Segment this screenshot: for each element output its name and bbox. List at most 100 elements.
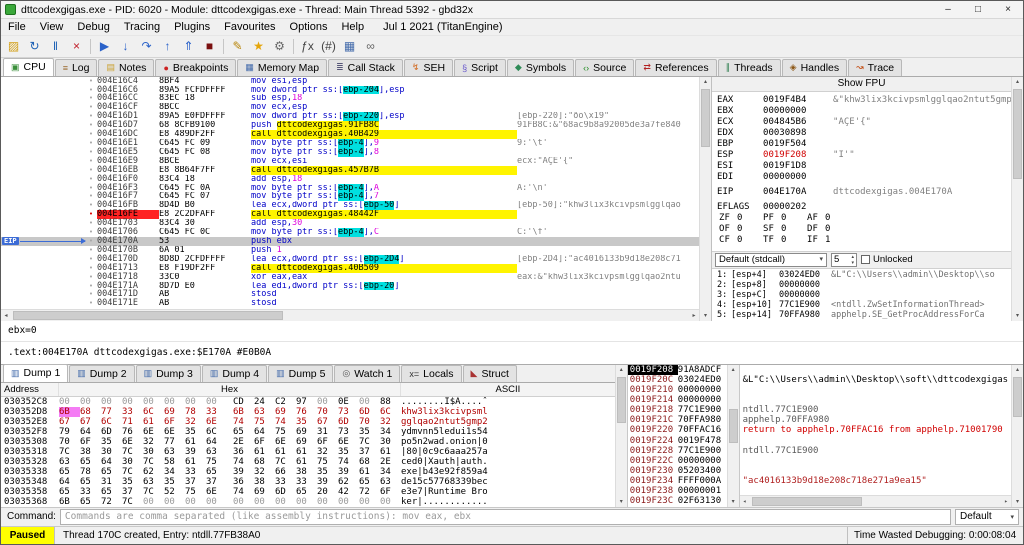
byte-cell[interactable]: 6B [233, 407, 254, 417]
byte-cell[interactable]: 00 [143, 497, 164, 507]
byte-cell[interactable]: 6F [317, 437, 338, 447]
byte-cell[interactable]: 30 [122, 457, 143, 467]
byte-cell[interactable]: 00 [122, 397, 143, 407]
byte-cell[interactable]: 65 [101, 487, 122, 497]
byte-cell[interactable]: 64 [80, 427, 101, 437]
byte-cell[interactable]: 64 [59, 477, 80, 487]
byte-cell[interactable]: 64 [254, 427, 275, 437]
byte-cell[interactable]: 30 [101, 447, 122, 457]
byte-cell[interactable]: 31 [101, 477, 122, 487]
stack-row[interactable]: 0019F21877C1E900 [628, 405, 727, 415]
byte-cell[interactable]: 6E [206, 487, 227, 497]
byte-cell[interactable]: 39 [185, 447, 206, 457]
menu-item-file[interactable]: File [1, 20, 33, 34]
scroll-track[interactable] [700, 87, 711, 311]
byte-cell[interactable]: 58 [164, 457, 185, 467]
tab-memory-map[interactable]: ▦Memory Map [237, 59, 327, 76]
breakpoint-dot[interactable]: • [85, 139, 97, 148]
byte-cell[interactable]: 6E [206, 417, 227, 427]
breakpoint-dot[interactable]: • [85, 246, 97, 255]
menu-item-options[interactable]: Options [283, 20, 335, 34]
byte-cell[interactable]: 65 [80, 457, 101, 467]
byte-cell[interactable]: 32 [317, 447, 338, 457]
byte-cell[interactable]: 61 [359, 467, 380, 477]
breakpoint-dot[interactable]: • [85, 192, 97, 201]
argument-row[interactable]: 4:[esp+10]77C1E900<ntdll.ZwSetInformatio… [717, 300, 1011, 310]
scroll-thumb[interactable] [13, 311, 283, 320]
disassembly-panel[interactable]: •004E16C48BF4mov esi,esp•004E16C689A5 FC… [1, 77, 699, 321]
breakpoint-dot[interactable]: • [85, 112, 97, 121]
byte-cell[interactable]: 68 [254, 457, 275, 467]
scroll-down-icon[interactable]: ▾ [1016, 497, 1019, 507]
byte-cell[interactable]: 73 [338, 407, 359, 417]
breakpoint-dot[interactable]: • [85, 184, 97, 193]
spinner-arrows-icon[interactable]: ▴▾ [852, 254, 855, 266]
byte-cell[interactable]: 63 [164, 447, 185, 457]
dump-row[interactable]: 03035308706F356E327761642E6F6E696F6E7C30… [1, 437, 615, 447]
byte-cell[interactable]: 33 [296, 477, 317, 487]
stack-row[interactable]: 0019F23C02F63130 [628, 496, 727, 506]
byte-cell[interactable]: 37 [206, 477, 227, 487]
byte-cell[interactable]: 6F [80, 437, 101, 447]
byte-cell[interactable]: 70 [317, 407, 338, 417]
tab-notes[interactable]: ▤Notes [98, 59, 154, 76]
byte-cell[interactable]: 34 [164, 467, 185, 477]
byte-cell[interactable]: 64 [206, 437, 227, 447]
step-out-icon[interactable]: ↑ [157, 37, 178, 56]
byte-cell[interactable]: 6E [143, 427, 164, 437]
stack-row[interactable]: 0019F22070FFAC16 [628, 425, 727, 435]
byte-cell[interactable]: 37 [359, 447, 380, 457]
byte-cell[interactable]: 6F [254, 437, 275, 447]
stack-row[interactable]: 0019F22C00000000 [628, 456, 727, 466]
byte-cell[interactable]: 62 [143, 467, 164, 477]
argument-row[interactable]: 3:[esp+C]00000000 [717, 290, 1011, 300]
calculator-icon[interactable]: ƒx [297, 37, 318, 56]
byte-cell[interactable]: 63 [254, 407, 275, 417]
byte-cell[interactable]: 7C [359, 437, 380, 447]
byte-cell[interactable]: 6D [359, 407, 380, 417]
open-file-icon[interactable]: ▨ [3, 37, 24, 56]
byte-cell[interactable]: 00 [206, 497, 227, 507]
byte-cell[interactable]: 63 [206, 447, 227, 457]
arguments-list[interactable]: 1:[esp+4]03024ED0&L"C:\\Users\\admin\\De… [712, 269, 1011, 321]
byte-cell[interactable]: 7C [122, 467, 143, 477]
menu-item-plugins[interactable]: Plugins [167, 20, 217, 34]
tab-source[interactable]: ‹›Source [575, 59, 634, 76]
scroll-track[interactable] [728, 375, 739, 497]
tab-references[interactable]: ⇄References [635, 59, 716, 76]
byte-cell[interactable]: 36 [233, 477, 254, 487]
tab-dump-4[interactable]: ▥Dump 4 [202, 365, 267, 382]
register-row-eip[interactable]: EIP004E170Adttcodexgigas.004E170A [717, 187, 1011, 198]
tab-symbols[interactable]: ◆Symbols [507, 59, 574, 76]
byte-cell[interactable]: 6D [338, 417, 359, 427]
command-mode-dropdown[interactable]: Default ▾ [955, 509, 1019, 525]
register-row-eflags[interactable]: EFLAGS00000202 [717, 202, 1011, 213]
stack-row[interactable]: 0019F22877C1E900 [628, 446, 727, 456]
byte-cell[interactable]: 79 [59, 427, 80, 437]
stop-icon[interactable]: ■ [199, 37, 220, 56]
byte-cell[interactable]: C2 [275, 397, 296, 407]
byte-cell[interactable]: 76 [296, 407, 317, 417]
byte-cell[interactable]: 00 [206, 397, 227, 407]
byte-cell[interactable]: 00 [275, 497, 296, 507]
byte-cell[interactable]: 67 [80, 417, 101, 427]
breakpoint-dot[interactable]: • [85, 77, 97, 86]
register-row-ebp[interactable]: EBP0019F504 [717, 139, 1011, 150]
tab-threads[interactable]: ∥Threads [718, 59, 781, 76]
scroll-left-icon[interactable]: ◂ [740, 498, 750, 505]
scroll-thumb[interactable] [1013, 89, 1022, 179]
stack-row[interactable]: 0019F23800000001 [628, 486, 727, 496]
byte-cell[interactable]: 32 [254, 467, 275, 477]
byte-cell[interactable]: 00 [185, 397, 206, 407]
byte-cell[interactable]: 35 [296, 417, 317, 427]
breakpoint-dot[interactable]: • [85, 237, 97, 246]
byte-cell[interactable]: 42 [338, 487, 359, 497]
breakpoint-helper-icon[interactable]: (#) [318, 37, 339, 56]
dump-row[interactable]: 030352F879646D766E6E356C6564756931733534… [1, 427, 615, 437]
breakpoint-dot[interactable]: • [85, 86, 97, 95]
byte-cell[interactable]: 6E [122, 437, 143, 447]
tab-dump-5[interactable]: ▥Dump 5 [268, 365, 333, 382]
dump-row[interactable]: 03035358653365377C52756E74696D652042726F… [1, 487, 615, 497]
byte-cell[interactable]: 64 [101, 457, 122, 467]
dump-header-address[interactable]: Address [1, 383, 59, 396]
